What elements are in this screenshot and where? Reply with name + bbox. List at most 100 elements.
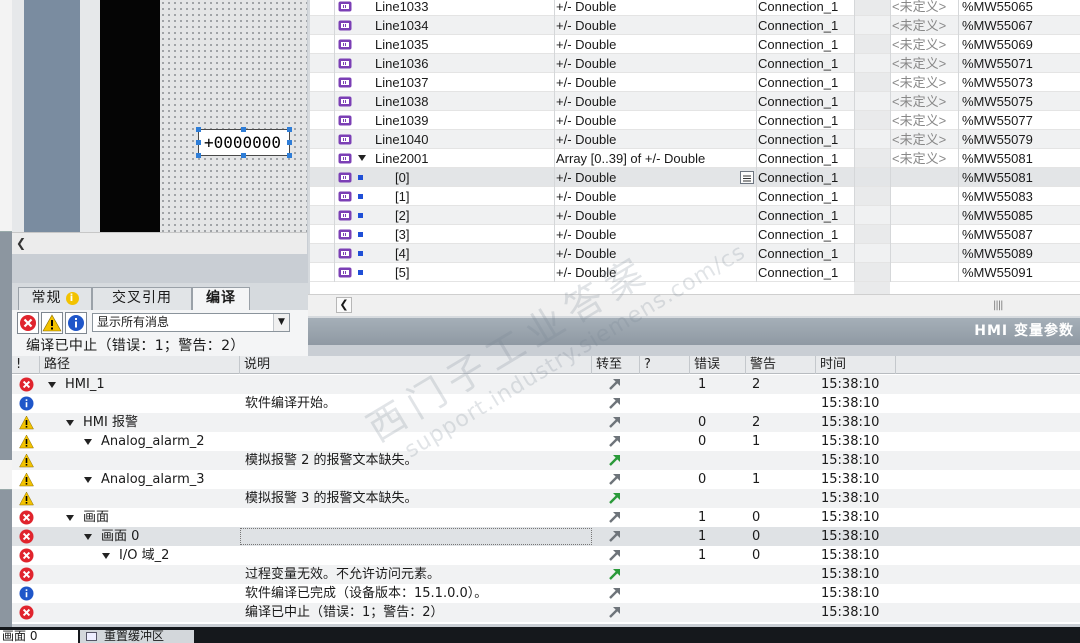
message-row[interactable]: Analog_alarm_2 0 1 15:38:10	[12, 432, 1080, 451]
tag-connection[interactable]: Connection_1	[758, 92, 838, 111]
tag-row[interactable]: Line2001 Array [0..39] of +/- Double Conne…	[310, 149, 1080, 168]
tag-address[interactable]: %MW55069	[962, 35, 1033, 54]
tag-data-type[interactable]: +/- Double	[556, 263, 616, 282]
tag-row[interactable]: Line1038 +/- Double Connection_1 <未定义> %MW55…	[310, 92, 1080, 111]
tag-acquisition[interactable]: <未定义>	[892, 73, 946, 92]
col-path[interactable]: 路径	[40, 356, 240, 374]
message-row[interactable]: 模拟报警 3 的报警文本缺失。 15:38:10	[12, 489, 1080, 508]
tag-name[interactable]: Line1038	[375, 92, 429, 111]
message-description[interactable]: 软件编译已完成（设备版本：15.1.0.0）。	[245, 584, 487, 603]
goto-arrow-icon[interactable]	[608, 510, 622, 524]
hmi-tag-table[interactable]: Line1033 +/- Double Connection_1 <未定义> %MW55…	[310, 0, 1080, 294]
tag-data-type[interactable]: +/- Double	[556, 54, 616, 73]
col-goto[interactable]: 转至	[592, 356, 640, 374]
message-row[interactable]: HMI_1 1 2 15:38:10	[12, 375, 1080, 394]
tag-address[interactable]: %MW55065	[962, 0, 1033, 16]
message-description[interactable]: 软件编译开始。	[245, 394, 336, 413]
tag-data-type[interactable]: +/- Double	[556, 168, 616, 187]
message-path[interactable]: 画面	[83, 508, 109, 527]
scroll-thumb-grip[interactable]: ||||	[993, 300, 1004, 311]
col-description[interactable]: 说明	[240, 356, 592, 374]
tag-connection[interactable]: Connection_1	[758, 206, 838, 225]
tag-name[interactable]: Line2001	[375, 149, 429, 168]
tag-row[interactable]: Line1039 +/- Double Connection_1 <未定义> %MW55…	[310, 111, 1080, 130]
tag-connection[interactable]: Connection_1	[758, 130, 838, 149]
tag-name[interactable]: Line1039	[375, 111, 429, 130]
tag-acquisition[interactable]: <未定义>	[892, 54, 946, 73]
scroll-left-icon[interactable]: ❮	[16, 236, 26, 250]
tag-row[interactable]: [4] +/- Double Connection_1 %MW55089	[310, 244, 1080, 263]
expand-icon[interactable]	[358, 155, 366, 161]
resize-handle[interactable]	[196, 153, 201, 158]
tag-data-type[interactable]: +/- Double	[556, 16, 616, 35]
message-row[interactable]: Analog_alarm_3 0 1 15:38:10	[12, 470, 1080, 489]
tag-acquisition[interactable]: <未定义>	[892, 92, 946, 111]
tag-address[interactable]: %MW55081	[962, 149, 1033, 168]
tag-data-type[interactable]: +/- Double	[556, 244, 616, 263]
expand-icon[interactable]	[48, 382, 56, 388]
tag-row[interactable]: [0] +/- Double Connection_1 %MW55081	[310, 168, 1080, 187]
message-row[interactable]: 画面 1 0 15:38:10	[12, 508, 1080, 527]
chevron-down-icon[interactable]: ▼	[273, 314, 289, 331]
tag-row[interactable]: Line1034 +/- Double Connection_1 <未定义> %MW55…	[310, 16, 1080, 35]
tab-cross-reference[interactable]: 交叉引用	[92, 287, 192, 310]
message-description[interactable]: 过程变量无效。不允许访问元素。	[245, 565, 440, 584]
tag-address[interactable]: %MW55081	[962, 168, 1033, 187]
expand-icon[interactable]	[84, 477, 92, 483]
tag-data-type[interactable]: +/- Double	[556, 35, 616, 54]
message-description[interactable]: 模拟报警 2 的报警文本缺失。	[245, 451, 418, 470]
tag-connection[interactable]: Connection_1	[758, 16, 838, 35]
goto-arrow-icon[interactable]	[608, 567, 622, 581]
tag-address[interactable]: %MW55083	[962, 187, 1033, 206]
message-description[interactable]: 编译已中止（错误：1；警告：2）	[245, 603, 444, 622]
tag-data-type[interactable]: +/- Double	[556, 73, 616, 92]
goto-arrow-icon[interactable]	[608, 491, 622, 505]
goto-arrow-icon[interactable]	[608, 396, 622, 410]
tag-address[interactable]: %MW55085	[962, 206, 1033, 225]
filter-info-button[interactable]	[65, 312, 87, 334]
message-path[interactable]: HMI 报警	[83, 413, 138, 432]
bottom-tab-screen[interactable]: 画面 0	[0, 630, 78, 643]
message-description[interactable]: 模拟报警 3 的报警文本缺失。	[245, 489, 418, 508]
compile-messages-grid[interactable]: ! 路径 说明 转至 ? 错误 警告 时间 HMI_1 1 2 15:38:10 软件编…	[12, 356, 1080, 624]
message-path[interactable]: Analog_alarm_3	[101, 470, 205, 489]
tag-connection[interactable]: Connection_1	[758, 54, 838, 73]
tag-row[interactable]: [2] +/- Double Connection_1 %MW55085	[310, 206, 1080, 225]
tag-name[interactable]: Line1034	[375, 16, 429, 35]
expand-icon[interactable]	[66, 420, 74, 426]
tag-name[interactable]: [0]	[395, 168, 409, 187]
tag-connection[interactable]: Connection_1	[758, 244, 838, 263]
col-help[interactable]: ?	[640, 356, 690, 374]
goto-arrow-icon[interactable]	[608, 472, 622, 486]
resize-handle[interactable]	[241, 127, 246, 132]
goto-arrow-icon[interactable]	[608, 605, 622, 619]
tab-compile[interactable]: 编译	[192, 287, 250, 311]
tag-data-type[interactable]: +/- Double	[556, 187, 616, 206]
col-warnings[interactable]: 警告	[746, 356, 816, 374]
tag-data-type[interactable]: +/- Double	[556, 0, 616, 16]
tag-name[interactable]: Line1037	[375, 73, 429, 92]
tag-connection[interactable]: Connection_1	[758, 263, 838, 282]
tag-row[interactable]: Line1040 +/- Double Connection_1 <未定义> %MW55…	[310, 130, 1080, 149]
tag-data-type[interactable]: +/- Double	[556, 92, 616, 111]
tag-address[interactable]: %MW55091	[962, 263, 1033, 282]
tag-address[interactable]: %MW55071	[962, 54, 1033, 73]
tag-row[interactable]: Line1033 +/- Double Connection_1 <未定义> %MW55…	[310, 0, 1080, 16]
goto-arrow-icon[interactable]	[608, 529, 622, 543]
tag-address[interactable]: %MW55087	[962, 225, 1033, 244]
message-path[interactable]: Analog_alarm_2	[101, 432, 205, 451]
tag-acquisition[interactable]: <未定义>	[892, 149, 946, 168]
tag-name[interactable]: [4]	[395, 244, 409, 263]
tag-address[interactable]: %MW55089	[962, 244, 1033, 263]
expand-icon[interactable]	[84, 439, 92, 445]
tag-name[interactable]: Line1036	[375, 54, 429, 73]
tag-connection[interactable]: Connection_1	[758, 187, 838, 206]
tag-row[interactable]: Line1035 +/- Double Connection_1 <未定义> %MW55…	[310, 35, 1080, 54]
tag-address[interactable]: %MW55067	[962, 16, 1033, 35]
expand-icon[interactable]	[66, 515, 74, 521]
col-errors[interactable]: 错误	[690, 356, 746, 374]
bottom-tab-reset-buffer[interactable]: 重置缓冲区	[80, 630, 194, 643]
canvas-grid[interactable]	[160, 0, 388, 232]
tag-connection[interactable]: Connection_1	[758, 149, 838, 168]
resize-handle[interactable]	[287, 153, 292, 158]
